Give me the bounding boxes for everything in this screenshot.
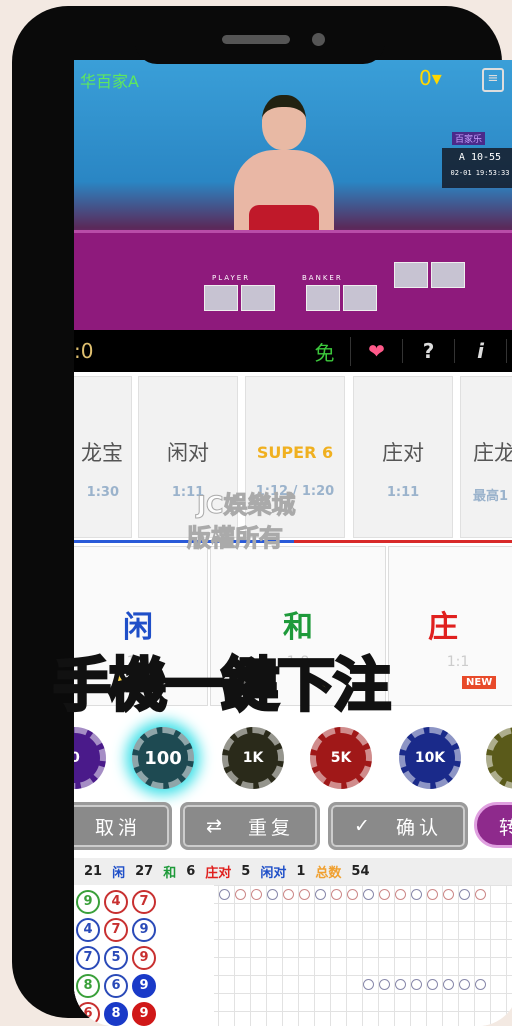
big-road-mark [459, 889, 470, 900]
screen: 华百家A 0▾ ≡ 百家乐 A 10-55 02-01 19:53:33 PLAY… [74, 60, 512, 1026]
cancel-button[interactable]: 取消 [74, 802, 172, 850]
table-title: 华百家A [80, 72, 139, 91]
big-road-mark [267, 889, 278, 900]
bead-result: 9 [132, 974, 156, 998]
banker-cards [306, 285, 377, 311]
side-bet-banker-dragon[interactable]: 庄龙 最高1 [460, 376, 512, 538]
bead-result: 7 [132, 890, 156, 914]
score: :0 [74, 339, 94, 363]
bead-result: 9 [76, 890, 100, 914]
big-road-mark [427, 979, 438, 990]
stat-label: 闲对 [260, 866, 287, 881]
chip[interactable]: 10K [399, 727, 461, 789]
big-road-mark [299, 889, 310, 900]
discard-cards [394, 262, 465, 288]
big-road-mark [475, 889, 486, 900]
stats-bar: 21 闲 27 和 6 庄对 5 闲对 1 总数 54 [74, 858, 512, 885]
big-road-mark [283, 889, 294, 900]
side-bet-banker-pair[interactable]: 庄对 1:11 [353, 376, 453, 538]
bead-result: 7 [104, 918, 128, 942]
big-road-mark [475, 979, 486, 990]
stat-label: 庄对 [205, 866, 232, 881]
bead-result: 4 [76, 918, 100, 942]
watermark: 版權所有 [187, 524, 284, 553]
chip[interactable]: 5K [310, 727, 372, 789]
player-cards [204, 285, 275, 311]
check-icon: ✓ [354, 815, 374, 837]
stat-label: 闲 [112, 866, 126, 881]
chip[interactable]: 1K [222, 727, 284, 789]
bead-result: 7 [76, 946, 100, 970]
live-video: 华百家A 0▾ ≡ 百家乐 A 10-55 02-01 19:53:33 PLAY… [74, 60, 512, 330]
big-road-mark [331, 889, 342, 900]
big-road-mark [395, 889, 406, 900]
repeat-button[interactable]: ⇄ 重复 [180, 802, 320, 850]
promo-caption: 手機一鍵下注 [51, 650, 392, 721]
bead-result: 8 [76, 974, 100, 998]
table-tag: 百家乐 [452, 132, 486, 145]
action-buttons: 取消 ⇄ 重复 ✓ 确认 转 [74, 802, 512, 852]
app-screen: 华百家A 0▾ ≡ 百家乐 A 10-55 02-01 19:53:33 PLAY… [37, 30, 512, 1026]
stat-value: 27 [135, 864, 154, 879]
roadmap: 947479759869689 [74, 885, 512, 1026]
info-icon[interactable]: i [455, 339, 507, 363]
big-road-mark [459, 979, 470, 990]
round-info: A 10-55 02-01 19:53:33 [442, 148, 512, 188]
chip[interactable]: 0 [74, 727, 106, 789]
big-road-mark [411, 889, 422, 900]
free-button[interactable]: 免 [299, 336, 351, 366]
bead-result: 4 [104, 890, 128, 914]
big-road-mark [443, 889, 454, 900]
stat-label: 总数 [315, 866, 342, 881]
stat-value: 1 [296, 864, 306, 879]
big-road-mark [379, 889, 390, 900]
chip-selected[interactable]: 100 [132, 727, 194, 789]
switch-button[interactable]: 转 [474, 802, 512, 848]
big-road-mark [363, 979, 374, 990]
big-road-mark [379, 979, 390, 990]
big-road-mark [219, 889, 230, 900]
big-road-mark [235, 889, 246, 900]
bead-result: 9 [132, 1002, 156, 1026]
bead-result: 9 [132, 946, 156, 970]
help-icon[interactable]: ? [403, 339, 455, 363]
bead-result: 9 [132, 918, 156, 942]
bead-result: 8 [104, 1002, 128, 1026]
banker-divider [294, 540, 512, 543]
big-road-mark [315, 889, 326, 900]
big-road-mark [251, 889, 262, 900]
chip[interactable] [486, 727, 512, 789]
watermark: JC娛樂城 [197, 491, 297, 520]
phone-notch [135, 20, 385, 64]
big-road-mark [395, 979, 406, 990]
big-road-mark [443, 979, 454, 990]
player-label: PLAYER [212, 274, 251, 282]
toolbar: :0 免 ❤ ? i [74, 330, 512, 372]
stat-value: 5 [241, 864, 251, 879]
big-road-mark [363, 889, 374, 900]
bead-result: 5 [104, 946, 128, 970]
confirm-button[interactable]: ✓ 确认 [328, 802, 468, 850]
big-road-mark [427, 889, 438, 900]
bead-result: 6 [104, 974, 128, 998]
stat-value: 21 [84, 864, 103, 879]
new-badge: NEW [462, 676, 497, 689]
balance-dropdown[interactable]: 0▾ [419, 66, 442, 90]
stat-label: 和 [163, 866, 177, 881]
side-bet-dragon-bonus[interactable]: 龙宝 1:30 [74, 376, 132, 538]
stat-value: 54 [351, 864, 370, 879]
big-road-mark [411, 979, 422, 990]
banker-label: BANKER [302, 274, 343, 282]
stat-value: 6 [186, 864, 196, 879]
menu-icon[interactable]: ≡ [482, 68, 504, 92]
big-road-mark [347, 889, 358, 900]
chip-tray: 0 100 1K 5K 10K [74, 720, 512, 800]
bead-result: 6 [76, 1002, 100, 1026]
favorite-icon[interactable]: ❤ [351, 339, 403, 363]
repeat-icon: ⇄ [206, 815, 226, 837]
